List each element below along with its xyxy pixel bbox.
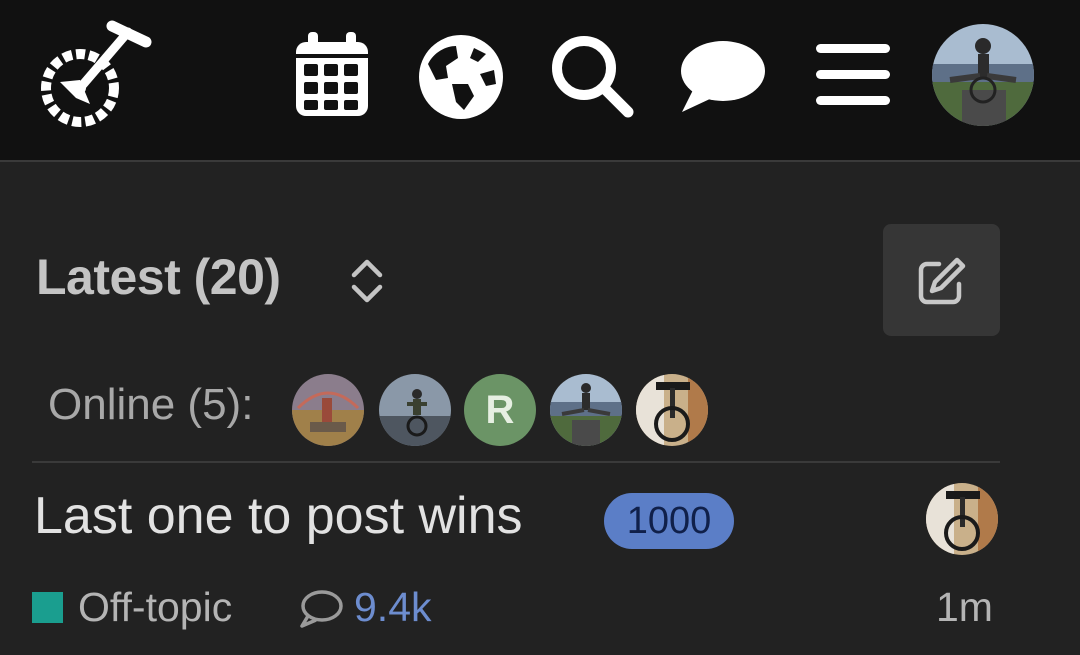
online-user-avatar-3[interactable]: R [464, 374, 536, 446]
globe-icon[interactable] [418, 34, 504, 125]
poster-avatar[interactable] [926, 483, 998, 555]
page-title[interactable]: Latest (20) [36, 248, 281, 306]
unicycle-logo-icon[interactable] [30, 18, 152, 130]
divider [32, 461, 1000, 463]
site-header [0, 0, 1080, 162]
reply-count[interactable]: 9.4k [354, 584, 432, 631]
online-user-avatar-2[interactable] [379, 374, 451, 446]
online-users-label: Online (5): [48, 380, 254, 429]
topic-title[interactable]: Last one to post wins [34, 486, 523, 546]
avatar-letter: R [485, 387, 515, 432]
online-user-avatar-4[interactable] [550, 374, 622, 446]
online-user-avatar-1[interactable] [292, 374, 364, 446]
chat-icon[interactable] [678, 38, 766, 119]
category-color-swatch [32, 592, 63, 623]
unread-badge[interactable]: 1000 [604, 493, 734, 549]
pencil-square-icon [918, 257, 966, 305]
online-user-avatar-5[interactable] [636, 374, 708, 446]
calendar-icon[interactable] [294, 32, 370, 123]
replies-icon [300, 590, 343, 628]
user-avatar[interactable] [932, 24, 1034, 126]
chevron-up-down-icon[interactable] [348, 258, 386, 304]
category-link[interactable]: Off-topic [78, 584, 232, 631]
new-topic-button[interactable] [883, 224, 1000, 336]
last-activity[interactable]: 1m [936, 584, 993, 631]
hamburger-menu-icon[interactable] [816, 42, 892, 113]
search-icon[interactable] [550, 34, 636, 125]
